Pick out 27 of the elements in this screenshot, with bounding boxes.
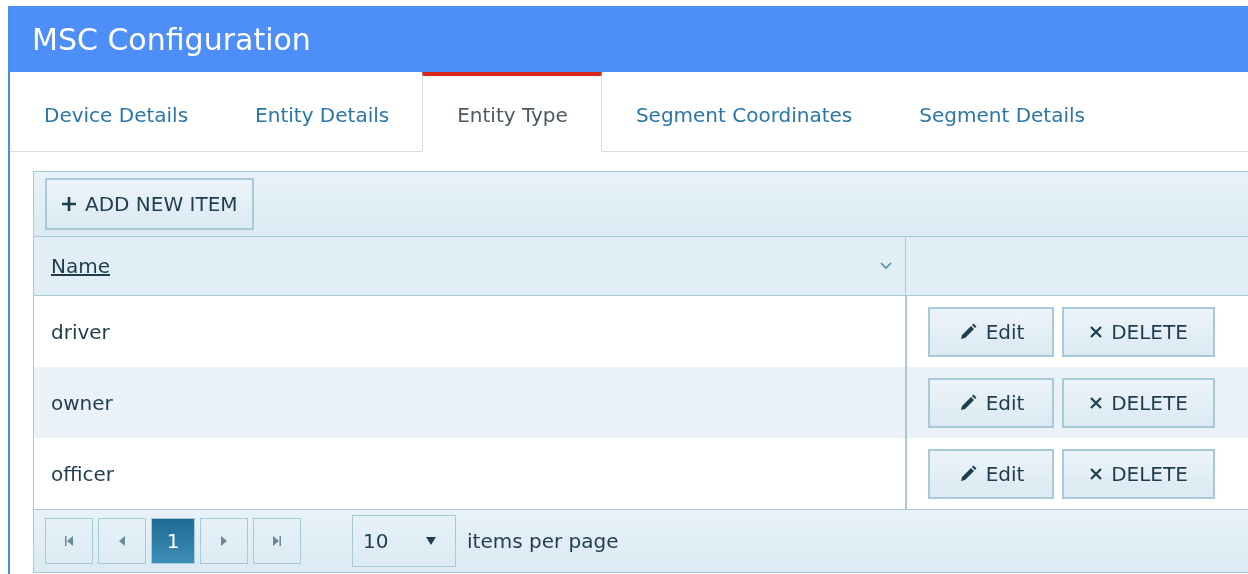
delete-button[interactable]: DELETE [1062,448,1215,499]
page-size-dropdown[interactable]: 10 [352,515,456,567]
first-page-button[interactable] [45,518,93,564]
edit-button[interactable]: Edit [928,448,1054,499]
plus-icon [61,196,77,212]
page-button[interactable]: 1 [151,518,195,564]
page-size-label: items per page [467,529,619,553]
column-header-label[interactable]: Name [51,254,110,278]
table-cell: driver [51,319,110,344]
add-new-item-button[interactable]: ADD NEW ITEM [45,178,254,230]
delete-button[interactable]: DELETE [1062,377,1215,428]
page-size-value: 10 [363,529,389,553]
tab[interactable]: Entity Type [422,72,602,152]
close-icon [1089,395,1104,410]
first-page-icon[interactable] [63,535,75,547]
close-icon [1089,466,1104,481]
last-page-icon[interactable] [271,535,283,547]
close-icon [1089,324,1104,339]
table-cell: owner [51,390,113,415]
edit-button[interactable]: Edit [928,306,1054,357]
chevron-down-icon[interactable] [879,261,893,271]
table-cell: officer [51,461,115,486]
delete-button[interactable]: DELETE [1062,306,1215,357]
caret-down-icon[interactable] [425,536,437,546]
edit-button[interactable]: Edit [928,377,1054,428]
window-title: MSC Configuration [32,21,311,57]
last-page-button[interactable] [253,518,301,564]
